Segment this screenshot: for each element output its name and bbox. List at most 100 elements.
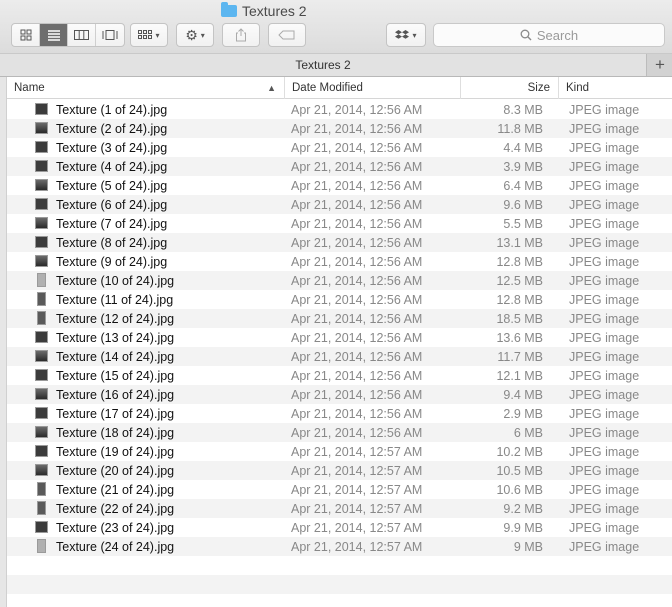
search-field[interactable]: Search xyxy=(433,23,665,47)
file-row[interactable]: Texture (11 of 24).jpg Apr 21, 2014, 12:5… xyxy=(7,290,672,309)
jpeg-thumbnail-icon xyxy=(35,388,48,400)
arrange-button[interactable]: ▾ xyxy=(130,23,168,47)
file-name: Texture (21 of 24).jpg xyxy=(56,482,175,497)
file-row[interactable]: Texture (2 of 24).jpg Apr 21, 2014, 12:56… xyxy=(7,119,672,138)
jpeg-thumbnail-icon xyxy=(35,445,48,457)
file-row[interactable]: Texture (14 of 24).jpg Apr 21, 2014, 12:5… xyxy=(7,347,672,366)
file-row[interactable]: Texture (16 of 24).jpg Apr 21, 2014, 12:5… xyxy=(7,385,672,404)
share-button[interactable] xyxy=(222,23,260,47)
file-date: Apr 21, 2014, 12:56 AM xyxy=(291,349,423,364)
file-row[interactable]: Texture (17 of 24).jpg Apr 21, 2014, 12:5… xyxy=(7,404,672,423)
empty-row xyxy=(7,556,672,575)
file-row[interactable]: Texture (12 of 24).jpg Apr 21, 2014, 12:5… xyxy=(7,309,672,328)
file-name: Texture (5 of 24).jpg xyxy=(56,178,168,193)
file-size: 9 MB xyxy=(513,539,543,554)
file-row[interactable]: Texture (19 of 24).jpg Apr 21, 2014, 12:5… xyxy=(7,442,672,461)
column-header-name[interactable]: Name ▲ xyxy=(7,77,284,99)
file-row[interactable]: Texture (24 of 24).jpg Apr 21, 2014, 12:5… xyxy=(7,537,672,556)
file-name: Texture (1 of 24).jpg xyxy=(56,102,168,117)
file-row[interactable]: Texture (23 of 24).jpg Apr 21, 2014, 12:5… xyxy=(7,518,672,537)
file-size: 13.6 MB xyxy=(496,330,543,345)
column-header-size[interactable]: Size xyxy=(460,77,558,99)
file-kind: JPEG image xyxy=(569,102,640,117)
file-date: Apr 21, 2014, 12:56 AM xyxy=(291,178,423,193)
empty-row xyxy=(7,594,672,607)
chevron-down-icon: ▾ xyxy=(200,30,205,40)
jpeg-thumbnail-icon xyxy=(35,236,48,248)
file-row[interactable]: Texture (18 of 24).jpg Apr 21, 2014, 12:5… xyxy=(7,423,672,442)
file-kind: JPEG image xyxy=(569,273,640,288)
file-name: Texture (24 of 24).jpg xyxy=(56,539,175,554)
file-row[interactable]: Texture (20 of 24).jpg Apr 21, 2014, 12:5… xyxy=(7,461,672,480)
list-view-icon xyxy=(47,30,60,41)
cover-flow-icon xyxy=(102,30,118,40)
chevron-down-icon: ▾ xyxy=(155,30,160,40)
column-header-date-label: Date Modified xyxy=(292,82,363,94)
file-name: Texture (3 of 24).jpg xyxy=(56,140,168,155)
jpeg-thumbnail-icon xyxy=(35,407,48,419)
dropbox-icon xyxy=(395,30,410,39)
file-row[interactable]: Texture (5 of 24).jpg Apr 21, 2014, 12:56… xyxy=(7,176,672,195)
file-date: Apr 21, 2014, 12:56 AM xyxy=(291,273,423,288)
file-row[interactable]: Texture (10 of 24).jpg Apr 21, 2014, 12:5… xyxy=(7,271,672,290)
file-name: Texture (2 of 24).jpg xyxy=(56,121,168,136)
file-date: Apr 21, 2014, 12:56 AM xyxy=(291,159,423,174)
file-kind: JPEG image xyxy=(569,330,640,345)
file-date: Apr 21, 2014, 12:56 AM xyxy=(291,102,423,117)
file-row[interactable]: Texture (1 of 24).jpg Apr 21, 2014, 12:56… xyxy=(7,100,672,119)
file-row[interactable]: Texture (7 of 24).jpg Apr 21, 2014, 12:56… xyxy=(7,214,672,233)
sort-ascending-icon: ▲ xyxy=(267,83,276,93)
file-kind: JPEG image xyxy=(569,197,640,212)
action-button[interactable]: ⚙ ▾ xyxy=(176,23,214,47)
search-icon xyxy=(520,29,532,41)
file-size: 8.3 MB xyxy=(503,102,543,117)
list-view-button[interactable] xyxy=(40,24,68,46)
jpeg-thumbnail-icon xyxy=(35,350,48,362)
file-date: Apr 21, 2014, 12:57 AM xyxy=(291,520,423,535)
file-name: Texture (23 of 24).jpg xyxy=(56,520,175,535)
file-name: Texture (14 of 24).jpg xyxy=(56,349,175,364)
file-row[interactable]: Texture (21 of 24).jpg Apr 21, 2014, 12:5… xyxy=(7,480,672,499)
file-row[interactable]: Texture (3 of 24).jpg Apr 21, 2014, 12:56… xyxy=(7,138,672,157)
file-kind: JPEG image xyxy=(569,425,640,440)
column-header-kind-label: Kind xyxy=(566,82,590,94)
edit-tags-button[interactable] xyxy=(268,23,306,47)
file-date: Apr 21, 2014, 12:57 AM xyxy=(291,444,423,459)
file-date: Apr 21, 2014, 12:56 AM xyxy=(291,425,423,440)
file-date: Apr 21, 2014, 12:56 AM xyxy=(291,406,423,421)
file-kind: JPEG image xyxy=(569,292,640,307)
file-row[interactable]: Texture (22 of 24).jpg Apr 21, 2014, 12:5… xyxy=(7,499,672,518)
file-size: 10.6 MB xyxy=(496,482,543,497)
file-size: 6 MB xyxy=(513,425,543,440)
file-size: 9.4 MB xyxy=(503,387,543,402)
file-name: Texture (17 of 24).jpg xyxy=(56,406,175,421)
file-date: Apr 21, 2014, 12:56 AM xyxy=(291,368,423,383)
dropbox-button[interactable]: ▾ xyxy=(386,23,426,47)
file-kind: JPEG image xyxy=(569,349,640,364)
file-name: Texture (11 of 24).jpg xyxy=(56,292,174,307)
tab-textures-2[interactable]: Textures 2 xyxy=(0,54,647,76)
icon-view-button[interactable] xyxy=(12,24,40,46)
file-row[interactable]: Texture (15 of 24).jpg Apr 21, 2014, 12:5… xyxy=(7,366,672,385)
file-size: 9.9 MB xyxy=(503,520,543,535)
file-date: Apr 21, 2014, 12:56 AM xyxy=(291,311,423,326)
column-header-date[interactable]: Date Modified xyxy=(284,77,460,99)
file-row[interactable]: Texture (13 of 24).jpg Apr 21, 2014, 12:5… xyxy=(7,328,672,347)
cover-flow-button[interactable] xyxy=(96,24,124,46)
file-row[interactable]: Texture (8 of 24).jpg Apr 21, 2014, 12:56… xyxy=(7,233,672,252)
jpeg-thumbnail-icon xyxy=(37,501,46,515)
file-size: 12.5 MB xyxy=(496,273,543,288)
file-size: 6.4 MB xyxy=(503,178,543,193)
tab-bar: Textures 2 + xyxy=(0,54,672,77)
column-view-button[interactable] xyxy=(68,24,96,46)
file-row[interactable]: Texture (9 of 24).jpg Apr 21, 2014, 12:56… xyxy=(7,252,672,271)
file-size: 2.9 MB xyxy=(503,406,543,421)
file-row[interactable]: Texture (4 of 24).jpg Apr 21, 2014, 12:56… xyxy=(7,157,672,176)
file-date: Apr 21, 2014, 12:56 AM xyxy=(291,330,423,345)
file-row[interactable]: Texture (6 of 24).jpg Apr 21, 2014, 12:56… xyxy=(7,195,672,214)
jpeg-thumbnail-icon xyxy=(35,160,48,172)
new-tab-button[interactable]: + xyxy=(648,54,672,76)
file-size: 18.5 MB xyxy=(496,311,543,326)
file-size: 10.5 MB xyxy=(496,463,543,478)
column-header-kind[interactable]: Kind xyxy=(558,77,672,99)
